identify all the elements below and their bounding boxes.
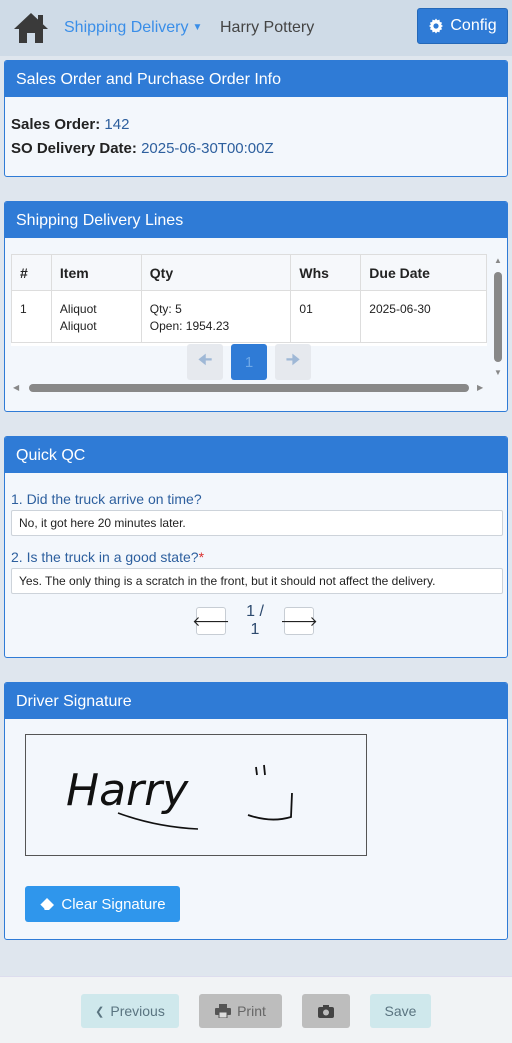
next-page-button[interactable]: 🠊 [275, 344, 311, 380]
column-header[interactable]: # [11, 254, 52, 291]
vertical-scrollbar[interactable]: ▲ ▼ [489, 254, 503, 386]
camera-icon [318, 1005, 334, 1018]
arrow-right-icon: 🡒 [280, 612, 318, 629]
shipping-lines-card: Shipping Delivery Lines # Item Qty Whs D… [4, 201, 508, 412]
so-delivery-date-value: 2025-06-30T00:00Z [141, 140, 274, 157]
home-icon[interactable] [12, 11, 50, 45]
top-bar: Shipping Delivery ▼ Harry Pottery Config [0, 0, 512, 56]
module-dropdown[interactable]: Shipping Delivery ▼ [64, 19, 202, 37]
quick-qc-card-title: Quick QC [5, 437, 507, 473]
signature-text: Harry [66, 765, 189, 816]
qc-prev-button[interactable]: 🡐 [192, 607, 230, 635]
line-due-date: 2025-06-30 [360, 290, 487, 343]
qc-question-label: 1. Did the truck arrive on time? [11, 491, 202, 507]
page-button-current[interactable]: 1 [231, 344, 267, 380]
so-delivery-date-row: SO Delivery Date: 2025-06-30T00:00Z [11, 137, 501, 161]
qc-page-count: 1 / 1 [246, 603, 264, 638]
arrow-left-icon: 🠈 [197, 351, 213, 369]
sales-order-card: Sales Order and Purchase Order Info Sale… [4, 60, 508, 177]
vertical-scroll-thumb[interactable] [494, 272, 502, 362]
qc-question-label: 2. Is the truck in a good state? [11, 549, 199, 565]
line-item: Aliquot Aliquot [50, 290, 142, 343]
qc-question-1: 1. Did the truck arrive on time? [11, 491, 202, 507]
arrow-left-icon: 🡐 [192, 612, 230, 629]
qc-pager: 🡐 1 / 1 🡒 [192, 603, 318, 639]
driver-signature-card: Driver Signature Harry Clear Signature [4, 682, 508, 940]
signature-drawing: Harry [66, 764, 293, 830]
lines-pager: 🠈 1 🠊 [187, 344, 311, 380]
sales-order-card-title: Sales Order and Purchase Order Info [5, 61, 507, 97]
clear-signature-label: Clear Signature [61, 895, 166, 913]
gear-icon [429, 18, 444, 34]
config-label: Config [450, 17, 497, 34]
lines-table-wrapper[interactable]: # Item Qty Whs Due Date 1 Aliquot Aliquo… [11, 254, 487, 346]
horizontal-scroll-thumb[interactable] [29, 384, 469, 392]
module-label: Shipping Delivery [64, 19, 189, 36]
save-label: Save [384, 1003, 417, 1019]
line-number: 1 [11, 290, 52, 343]
scroll-up-icon[interactable]: ▲ [494, 256, 502, 265]
scroll-down-icon[interactable]: ▼ [494, 368, 502, 377]
column-header[interactable]: Due Date [360, 254, 487, 291]
horizontal-scrollbar[interactable]: ◀ ▶ [11, 382, 487, 394]
chevron-down-icon: ▼ [192, 21, 203, 33]
footer-bar: ❮ Previous Print Save [0, 976, 512, 1043]
column-header[interactable]: Whs [290, 254, 362, 291]
prev-page-button[interactable]: 🠈 [187, 344, 223, 380]
print-label: Print [237, 1003, 266, 1019]
item-name: Aliquot [59, 302, 97, 316]
clear-signature-button[interactable]: Clear Signature [25, 886, 180, 922]
sales-order-value: 142 [104, 116, 130, 133]
print-button[interactable]: Print [199, 994, 282, 1028]
previous-button[interactable]: ❮ Previous [81, 994, 179, 1028]
qc-question-2: 2. Is the truck in a good state?* [11, 549, 204, 565]
table-header-row: # Item Qty Whs Due Date [11, 254, 487, 291]
previous-label: Previous [110, 1003, 165, 1019]
sales-order-label: Sales Order: [11, 116, 101, 133]
line-warehouse: 01 [290, 290, 362, 343]
eraser-icon [39, 898, 55, 910]
scroll-left-icon[interactable]: ◀ [13, 383, 19, 392]
required-marker: * [198, 549, 205, 565]
qc-next-button[interactable]: 🡒 [280, 607, 318, 635]
qty-value: Qty: 5 [149, 302, 182, 316]
column-header[interactable]: Item [50, 254, 142, 291]
sales-order-row: Sales Order: 142 [11, 113, 501, 137]
signature-pad[interactable]: Harry [25, 734, 367, 856]
camera-button[interactable] [302, 994, 350, 1028]
quick-qc-card: Quick QC 1. Did the truck arrive on time… [4, 436, 508, 658]
qc-answer-2-input[interactable]: Yes. The only thing is a scratch in the … [11, 568, 503, 594]
company-name: Harry Pottery [220, 19, 315, 36]
arrow-right-icon: 🠊 [285, 351, 301, 369]
item-description: Aliquot [59, 319, 97, 333]
chevron-left-icon: ❮ [95, 1005, 105, 1018]
so-delivery-date-label: SO Delivery Date: [11, 140, 137, 157]
lines-table: # Item Qty Whs Due Date 1 Aliquot Aliquo… [11, 254, 487, 343]
qc-answer-1-input[interactable]: No, it got here 20 minutes later. [11, 510, 503, 536]
column-header[interactable]: Qty [140, 254, 292, 291]
save-button[interactable]: Save [370, 994, 431, 1028]
config-button[interactable]: Config [417, 8, 508, 44]
scroll-right-icon[interactable]: ▶ [477, 383, 483, 392]
table-row[interactable]: 1 Aliquot Aliquot Qty: 5 Open: 1954.23 0… [11, 290, 487, 343]
open-qty-value: Open: 1954.23 [149, 319, 230, 333]
line-qty: Qty: 5 Open: 1954.23 [140, 290, 292, 343]
driver-signature-card-title: Driver Signature [5, 683, 507, 719]
printer-icon [215, 1004, 232, 1018]
shipping-lines-card-title: Shipping Delivery Lines [5, 202, 507, 238]
